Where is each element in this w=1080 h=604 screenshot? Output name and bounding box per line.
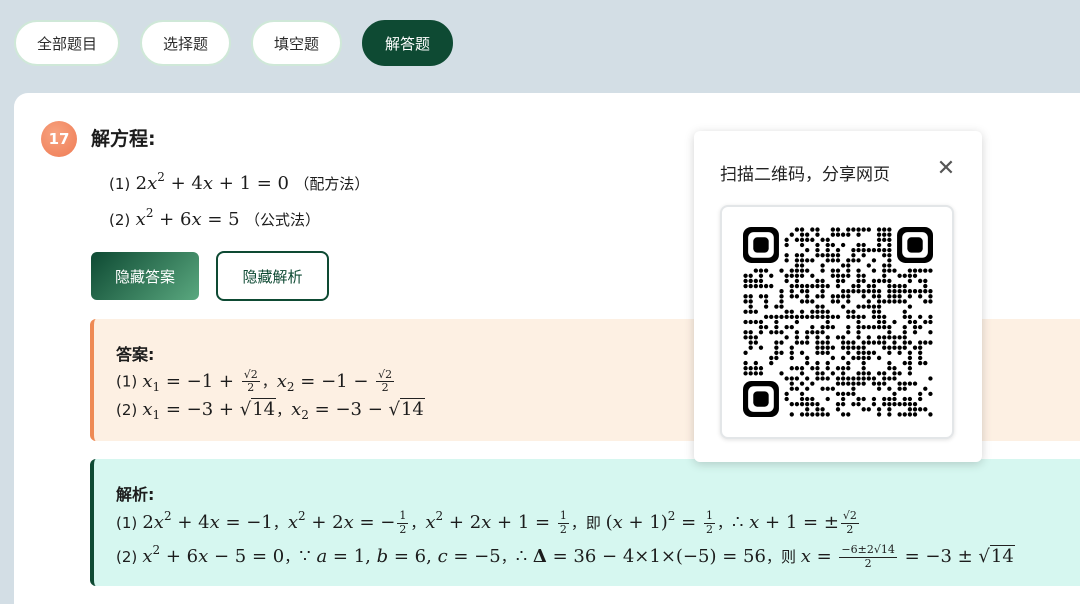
analysis-line-2: (2) x2 + 6x − 5 = 0，∵ a = 1, b = 6, c = … — [116, 543, 1015, 570]
qr-code-frame — [720, 205, 954, 439]
hide-answer-button[interactable]: 隐藏答案 — [91, 252, 199, 300]
close-icon[interactable]: ✕ — [935, 158, 957, 180]
filter-solution-button[interactable]: 解答题 — [362, 20, 454, 66]
answer-title: 答案: — [116, 345, 155, 364]
answer-line-1: (1) x1 = −1 + √2 2 ，x2 = −1 − √2 2 — [116, 368, 395, 395]
filter-fill-blank-button[interactable]: 填空题 — [251, 20, 343, 66]
question-number-badge: 17 — [41, 121, 77, 157]
filter-all-button[interactable]: 全部题目 — [14, 20, 121, 66]
share-title: 扫描二维码，分享网页 — [720, 165, 890, 185]
share-qr-popup: 扫描二维码，分享网页 ✕ — [694, 131, 982, 462]
filter-choice-button[interactable]: 选择题 — [140, 20, 232, 66]
question-item-2: (2) x2 + 6x = 5 （公式法） — [109, 206, 320, 230]
question-title: 解方程: — [91, 128, 156, 150]
hide-analysis-button[interactable]: 隐藏解析 — [216, 251, 329, 301]
qr-code-icon — [743, 227, 933, 417]
answer-line-2: (2) x1 = −3 + √14，x2 = −3 − √14 — [116, 398, 425, 422]
equation-2: x2 + 6x = 5 — [135, 206, 240, 230]
analysis-line-1: (1) 2x2 + 4x = −1，x2 + 2x = −1 2 ，x2 + 2x … — [116, 509, 859, 536]
question-type-filter: 全部题目 选择题 填空题 解答题 — [14, 20, 454, 66]
analysis-panel: 解析: (1) 2x2 + 4x = −1，x2 + 2x = −1 2 ，x2 +… — [90, 459, 1080, 586]
question-item-1: (1) 2x2 + 4x + 1 = 0 （配方法） — [109, 170, 370, 194]
equation-1: 2x2 + 4x + 1 = 0 — [135, 170, 290, 194]
analysis-title: 解析: — [116, 485, 155, 504]
